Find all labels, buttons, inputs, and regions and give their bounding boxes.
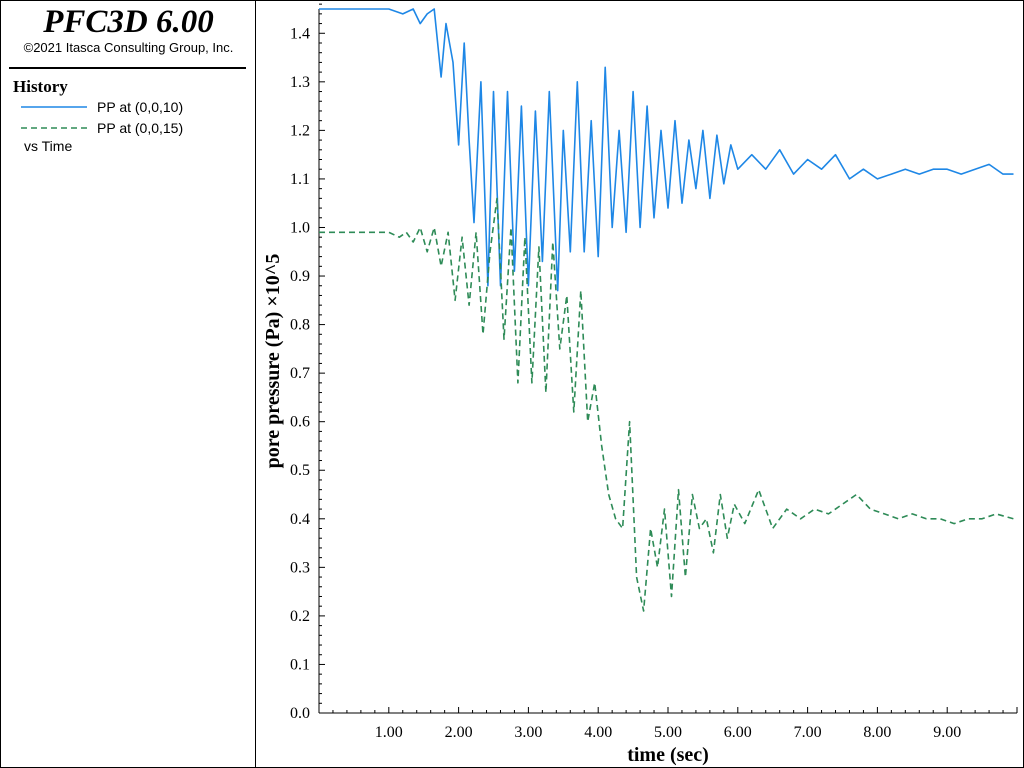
x-tick-label: 2.00: [445, 724, 473, 741]
x-tick-label: 7.00: [794, 724, 822, 741]
legend-label: PP at (0,0,10): [97, 99, 184, 115]
y-tick-label: 1.1: [290, 171, 310, 188]
x-tick-label: 1.00: [375, 724, 403, 741]
legend-swatch-dashed: [21, 127, 87, 129]
copyright-notice: ©2021 Itasca Consulting Group, Inc.: [23, 40, 234, 55]
y-tick-label: 0.6: [290, 414, 310, 431]
chart-axes: [318, 3, 1018, 714]
vs-time-label: vs Time: [24, 138, 73, 154]
chart-labels: 0.0 0.1 0.2 0.3 0.4 0.5 0.6 0.7 0.8 0.9 1.0 1.1 1.2 1…: [262, 25, 961, 766]
legend-label: PP at (0,0,15): [97, 120, 184, 136]
legend-swatch-solid: [21, 106, 87, 108]
x-tick-label: 3.00: [514, 724, 542, 741]
x-tick-label: 9.00: [933, 724, 961, 741]
x-axis-title: time (sec): [627, 744, 709, 766]
y-tick-label: 0.7: [290, 365, 310, 382]
legend-item: PP at (0,0,10): [21, 98, 251, 116]
x-tick-label: 4.00: [584, 724, 612, 741]
y-tick-label: 0.4: [290, 511, 310, 528]
x-tick-label: 5.00: [654, 724, 682, 741]
y-tick-label: 0.9: [290, 268, 310, 285]
plot-window: PFC3D 6.00 ©2021 Itasca Consulting Group…: [0, 0, 1024, 768]
line-chart: 0.0 0.1 0.2 0.3 0.4 0.5 0.6 0.7 0.8 0.9 1.0 1.1 1.2 1…: [262, 3, 1018, 766]
y-axis-title: pore pressure (Pa) ×10^5: [262, 254, 284, 469]
y-tick-label: 0.2: [290, 608, 310, 625]
y-tick-label: 1.0: [290, 219, 310, 236]
y-tick-label: 0.5: [290, 462, 310, 479]
y-tick-label: 0.0: [290, 705, 310, 722]
y-tick-label: 0.8: [290, 317, 310, 334]
legend-item: PP at (0,0,15): [21, 119, 251, 137]
app-title: PFC3D 6.00: [43, 4, 214, 40]
series-line-2: [319, 197, 1014, 612]
legend-heading: History: [13, 77, 68, 96]
x-tick-label: 8.00: [863, 724, 891, 741]
series-line-1: [319, 8, 1014, 292]
y-tick-label: 1.2: [290, 122, 310, 139]
x-tick-label: 6.00: [724, 724, 752, 741]
y-tick-label: 1.4: [290, 25, 310, 42]
sidebar-panel: PFC3D 6.00 ©2021 Itasca Consulting Group…: [1, 1, 256, 767]
y-tick-label: 0.1: [290, 656, 310, 673]
y-tick-label: 0.3: [290, 559, 310, 576]
chart-series: [319, 8, 1014, 612]
sidebar-divider: [9, 67, 246, 69]
y-tick-label: 1.3: [290, 74, 310, 91]
